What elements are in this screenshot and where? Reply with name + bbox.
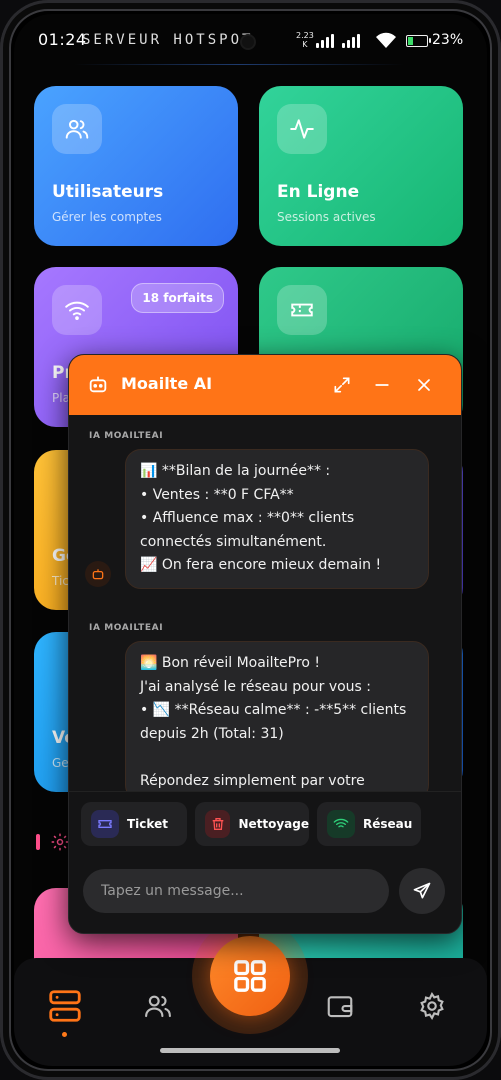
- message-line: Répondez simplement par votre: [140, 772, 365, 789]
- plans-count-badge: 18 forfaits: [131, 283, 224, 313]
- users-icon: [52, 104, 102, 154]
- wifi-status-icon: [376, 32, 396, 48]
- grid-icon[interactable]: [210, 936, 290, 1016]
- signal-icon: [316, 34, 338, 48]
- quick-action-label: Réseau: [363, 817, 413, 831]
- ai-chat-window: Moailte AI IA MOAILTEAI 📊 **Bilan de la …: [68, 354, 462, 934]
- bot-icon: [89, 376, 107, 393]
- chat-title: Moailte AI: [121, 374, 213, 393]
- card-online-title: En Ligne: [277, 182, 360, 202]
- ticket-icon: [277, 285, 327, 335]
- message-line: 🌅 Bon réveil MoailtePro !: [140, 655, 320, 671]
- quick-action-label: Nettoyage: [238, 817, 309, 831]
- expand-icon[interactable]: [329, 372, 355, 398]
- card-users-subtitle: Gérer les comptes: [52, 210, 162, 224]
- status-bar: 01:24 SERVEUR HOTSPOT 2.23 K 23%: [14, 14, 487, 66]
- wifi-icon: [327, 810, 355, 838]
- message-line: • 📉 **Réseau calme** : -**5** clients: [140, 702, 407, 718]
- message-line: depuis 2h (Total: 31): [140, 725, 284, 742]
- chat-header: Moailte AI: [69, 355, 461, 415]
- battery-percentage: 23%: [432, 32, 464, 48]
- chat-input-row: [69, 853, 461, 933]
- quick-actions-bar: Ticket Nettoyage Réseau: [69, 791, 461, 855]
- minimize-icon[interactable]: [369, 372, 395, 398]
- server-icon[interactable]: [45, 986, 85, 1026]
- message-line: connectés simultanément.: [140, 533, 327, 550]
- screen: 01:24 SERVEUR HOTSPOT 2.23 K 23% Utilisat…: [14, 14, 487, 1066]
- send-icon[interactable]: [399, 868, 445, 914]
- message-sender: IA MOAILTEAI: [89, 623, 164, 633]
- net-speed-value: 2.23: [296, 31, 314, 40]
- gear-icon: [51, 833, 69, 851]
- message-line: 📊 **Bilan de la journée** :: [140, 463, 331, 479]
- home-indicator[interactable]: [160, 1048, 340, 1053]
- quick-action-network[interactable]: Réseau: [317, 802, 421, 846]
- phone-frame: 01:24 SERVEUR HOTSPOT 2.23 K 23% Utilisat…: [0, 0, 501, 1080]
- card-online[interactable]: En Ligne Sessions actives: [259, 86, 463, 246]
- status-time: 01:24: [38, 30, 87, 49]
- net-speed: 2.23 K: [296, 31, 314, 49]
- active-indicator-dot: [62, 1032, 67, 1037]
- signal-icon-2: [342, 34, 364, 48]
- quick-action-label: Ticket: [127, 817, 168, 831]
- front-camera: [242, 36, 254, 48]
- settings-nav-icon[interactable]: [412, 986, 452, 1026]
- trash-icon: [205, 810, 231, 838]
- message-line: • Affluence max : **0** clients: [140, 510, 355, 526]
- users-nav-icon[interactable]: [138, 986, 178, 1026]
- net-speed-unit: K: [302, 40, 308, 49]
- header-divider: [74, 64, 404, 65]
- card-online-subtitle: Sessions actives: [277, 210, 376, 224]
- battery-icon: [406, 35, 431, 47]
- activity-icon: [277, 104, 327, 154]
- message-sender: IA MOAILTEAI: [89, 431, 164, 441]
- message-line: 📈 On fera encore mieux demain !: [140, 557, 382, 573]
- header-ghost-title: SERVEUR HOTSPOT: [82, 32, 254, 48]
- card-users-title: Utilisateurs: [52, 182, 164, 202]
- card-gestion-subtitle: Tic: [52, 574, 69, 588]
- section-accent-bar: [36, 834, 40, 850]
- message-line: • Ventes : **0 F CFA**: [140, 486, 294, 503]
- wifi-icon: [52, 285, 102, 335]
- quick-action-ticket[interactable]: Ticket: [81, 802, 187, 846]
- message-line: J'ai analysé le réseau pour vous :: [140, 678, 371, 695]
- ticket-icon: [91, 810, 119, 838]
- ai-message-bubble: 🌅 Bon réveil MoailtePro ! J'ai analysé l…: [125, 641, 429, 801]
- ai-message-bubble: 📊 **Bilan de la journée** : • Ventes : *…: [125, 449, 429, 589]
- card-ventes-subtitle: Ge: [52, 756, 69, 770]
- card-users[interactable]: Utilisateurs Gérer les comptes: [34, 86, 238, 246]
- wallet-icon[interactable]: [320, 986, 360, 1026]
- message-line: [140, 746, 414, 770]
- close-icon[interactable]: [411, 372, 437, 398]
- message-input[interactable]: [83, 869, 389, 913]
- quick-action-cleanup[interactable]: Nettoyage: [195, 802, 309, 846]
- bot-avatar-icon: [85, 561, 111, 587]
